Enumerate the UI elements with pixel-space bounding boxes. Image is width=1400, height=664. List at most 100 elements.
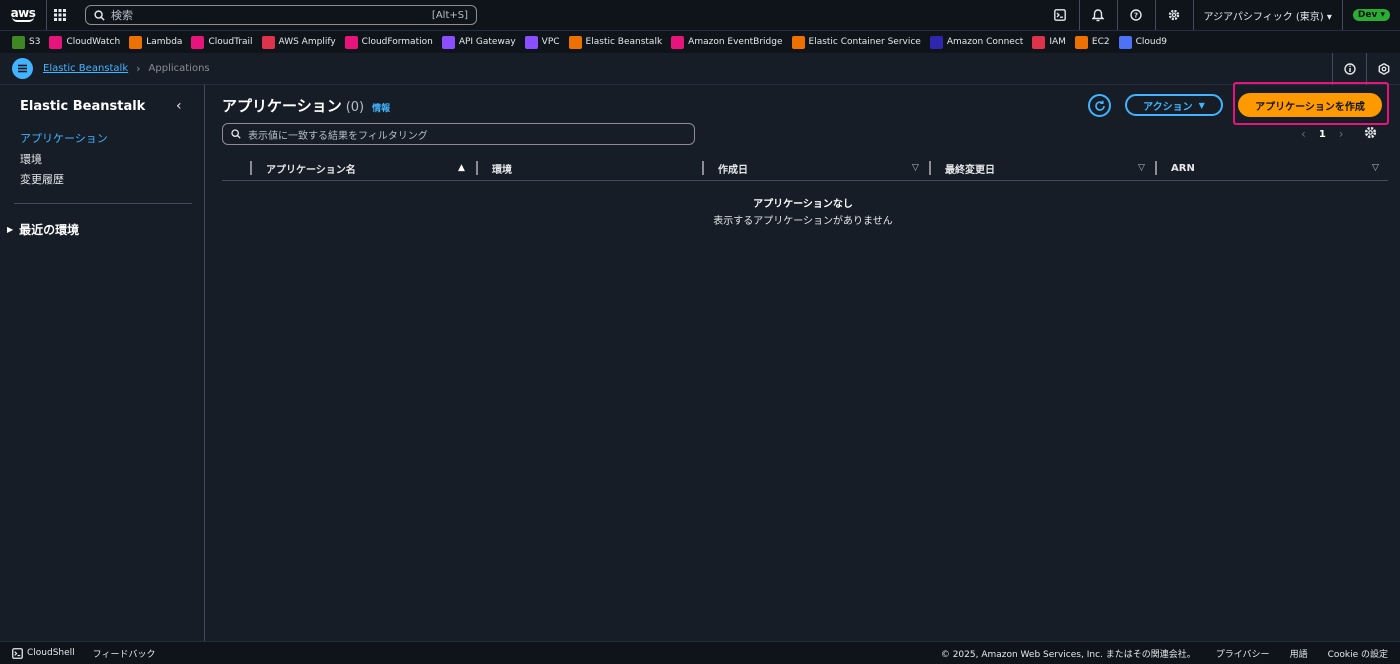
- empty-state-subtitle: 表示するアプリケーションがありません: [713, 216, 893, 227]
- preferences-button[interactable]: [1366, 53, 1400, 85]
- favorite-beanstalk[interactable]: Elastic Beanstalk: [568, 35, 662, 49]
- eventbridge-icon: [671, 35, 685, 49]
- sidebar-item-applications[interactable]: アプリケーション: [20, 130, 108, 146]
- gear-icon: [1168, 9, 1180, 21]
- column-header-created-date[interactable]: 作成日: [718, 155, 748, 181]
- aws-logo[interactable]: aws: [0, 0, 46, 30]
- actions-label: アクション: [1143, 101, 1193, 113]
- cloudtrail-icon: [191, 35, 205, 49]
- global-search-input[interactable]: 検索 [Alt+S]: [85, 5, 477, 25]
- side-navigation: Elastic Beanstalk ‹ アプリケーション 環境 変更履歴 ▶ 最…: [0, 85, 205, 641]
- cloudshell-footer-button[interactable]: CloudShell: [12, 647, 75, 659]
- favorite-lambda[interactable]: Lambda: [129, 35, 183, 49]
- refresh-icon: [1094, 100, 1105, 111]
- help-button[interactable]: ?: [1116, 0, 1155, 30]
- console-footer: CloudShell フィードバック © 2025, Amazon Web Se…: [0, 641, 1400, 664]
- connect-icon: [929, 35, 943, 49]
- beanstalk-icon: [568, 35, 582, 49]
- favorite-cloudwatch[interactable]: CloudWatch: [49, 35, 120, 49]
- column-header-arn[interactable]: ARN: [1171, 155, 1195, 181]
- favorite-ecs[interactable]: Elastic Container Service: [791, 35, 921, 49]
- favorite-iam[interactable]: IAM: [1032, 35, 1066, 49]
- feedback-link[interactable]: フィードバック: [93, 647, 156, 660]
- page-title: アプリケーション: [222, 97, 342, 115]
- favorite-label: S3: [29, 37, 41, 47]
- column-header-environment[interactable]: 環境: [492, 155, 512, 181]
- favorite-connect[interactable]: Amazon Connect: [929, 35, 1023, 49]
- favorite-amplify[interactable]: AWS Amplify: [261, 35, 336, 49]
- info-link[interactable]: 情報: [372, 101, 390, 114]
- favorite-cloudtrail[interactable]: CloudTrail: [191, 35, 253, 49]
- vpc-icon: [524, 35, 538, 49]
- chevron-left-icon[interactable]: ‹: [176, 98, 182, 114]
- pagination: ‹ 1 ›: [1294, 127, 1351, 141]
- notifications-button[interactable]: [1078, 0, 1117, 30]
- current-page[interactable]: 1: [1319, 129, 1326, 140]
- region-selector[interactable]: アジアパシフィック (東京) ▾: [1192, 0, 1342, 30]
- favorite-s3[interactable]: S3: [12, 35, 41, 49]
- next-page-icon[interactable]: ›: [1339, 127, 1344, 141]
- favorite-label: API Gateway: [458, 37, 516, 47]
- sidebar-section-recent-environments[interactable]: ▶ 最近の環境: [7, 221, 79, 238]
- sidebar-section-label: 最近の環境: [19, 223, 80, 237]
- account-badge: Dev ▾: [1352, 9, 1390, 21]
- chevron-right-icon: ›: [136, 62, 141, 75]
- refresh-button[interactable]: [1088, 94, 1111, 117]
- settings-button[interactable]: [1154, 0, 1193, 30]
- column-header-application-name[interactable]: アプリケーション名: [266, 155, 356, 181]
- svg-text:?: ?: [1134, 12, 1138, 20]
- create-application-button[interactable]: アプリケーションを作成: [1238, 93, 1382, 117]
- filter-input[interactable]: 表示値に一致する結果をフィルタリング: [222, 123, 695, 145]
- sort-icon[interactable]: ▽: [1138, 155, 1145, 181]
- copyright-text: © 2025, Amazon Web Services, Inc. またはその関…: [940, 649, 1196, 660]
- favorite-eventbridge[interactable]: Amazon EventBridge: [671, 35, 783, 49]
- sidebar-item-change-history[interactable]: 変更履歴: [20, 171, 64, 187]
- gear-icon: [1364, 126, 1377, 139]
- info-panel-button[interactable]: [1332, 53, 1366, 85]
- favorite-api-gateway[interactable]: API Gateway: [441, 35, 516, 49]
- privacy-link[interactable]: プライバシー: [1216, 647, 1270, 660]
- iam-icon: [1032, 35, 1046, 49]
- column-header-last-modified[interactable]: 最終変更日: [945, 155, 995, 181]
- cookie-preferences-link[interactable]: Cookie の設定: [1328, 647, 1388, 660]
- table-preferences-button[interactable]: [1364, 126, 1377, 142]
- column-divider: [250, 161, 252, 175]
- terms-link[interactable]: 用語: [1290, 647, 1308, 660]
- terminal-icon: [1053, 9, 1066, 21]
- breadcrumb-bar: Elastic Beanstalk › Applications: [0, 53, 1400, 85]
- account-menu[interactable]: Dev ▾: [1341, 0, 1400, 30]
- favorite-label: Lambda: [146, 37, 183, 47]
- sort-ascending-icon[interactable]: ▲: [458, 155, 465, 181]
- previous-page-icon[interactable]: ‹: [1301, 127, 1306, 141]
- favorite-label: IAM: [1049, 37, 1066, 47]
- terminal-icon: [12, 647, 23, 659]
- search-icon: [94, 9, 105, 21]
- favorite-label: Elastic Container Service: [808, 37, 921, 47]
- cloudformation-icon: [344, 35, 358, 49]
- sort-icon[interactable]: ▽: [912, 155, 919, 181]
- sidebar-item-environments[interactable]: 環境: [20, 151, 42, 167]
- favorite-label: AWS Amplify: [278, 37, 336, 47]
- actions-dropdown-button[interactable]: アクション ▼: [1125, 94, 1223, 116]
- cloudshell-button[interactable]: [1041, 0, 1079, 30]
- favorite-cloudformation[interactable]: CloudFormation: [344, 35, 433, 49]
- table-header: アプリケーション名 ▲ 環境 作成日 ▽ 最終変更日 ▽ ARN ▽: [222, 155, 1388, 181]
- services-menu-button[interactable]: [46, 0, 72, 30]
- favorite-ec2[interactable]: EC2: [1074, 35, 1110, 49]
- hexagon-settings-icon: [1378, 63, 1389, 75]
- page-header: アプリケーション (0) 情報: [222, 95, 390, 116]
- sidebar-divider: [14, 203, 192, 204]
- breadcrumb-service-link[interactable]: Elastic Beanstalk: [43, 63, 128, 74]
- favorite-vpc[interactable]: VPC: [524, 35, 560, 49]
- favorite-label: EC2: [1091, 37, 1110, 47]
- favorite-cloud9[interactable]: Cloud9: [1118, 35, 1167, 49]
- side-nav-toggle[interactable]: [12, 58, 33, 79]
- sort-icon[interactable]: ▽: [1372, 155, 1379, 181]
- top-navigation: aws 検索 [Alt+S] ? アジアパシフィック (東京) ▾ Dev ▾: [0, 0, 1400, 30]
- amplify-icon: [261, 35, 275, 49]
- search-icon: [231, 129, 241, 139]
- column-divider: [702, 161, 704, 175]
- favorite-label: CloudTrail: [208, 37, 253, 47]
- caret-right-icon: ▶: [7, 225, 14, 234]
- empty-state-title: アプリケーションなし: [753, 199, 853, 210]
